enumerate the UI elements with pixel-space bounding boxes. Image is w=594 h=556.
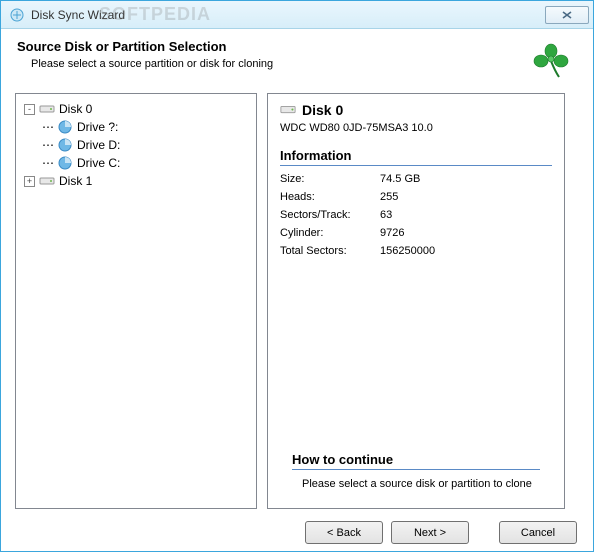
tree-node-drive[interactable]: ⋯ Drive ?: xyxy=(24,118,248,136)
cancel-button[interactable]: Cancel xyxy=(499,521,577,544)
drive-icon xyxy=(57,119,73,135)
info-value: 74.5 GB xyxy=(380,173,420,185)
disk-icon xyxy=(39,101,55,117)
info-row: Cylinder: 9726 xyxy=(280,224,552,242)
titlebar: Disk Sync Wizard SOFTPEDIA xyxy=(1,1,593,29)
tree-node-drive[interactable]: ⋯ Drive C: xyxy=(24,154,248,172)
info-label: Sectors/Track: xyxy=(280,209,380,221)
tree-node-disk1[interactable]: + Disk 1 xyxy=(24,172,248,190)
tree-connector: ⋯ xyxy=(39,156,57,170)
tree-label: Drive ?: xyxy=(77,120,118,134)
info-value: 156250000 xyxy=(380,245,435,257)
next-button[interactable]: Next > xyxy=(391,521,469,544)
info-row: Size: 74.5 GB xyxy=(280,170,552,188)
window-title: Disk Sync Wizard xyxy=(31,8,125,22)
info-value: 255 xyxy=(380,191,398,203)
tree-toggle-disk1[interactable]: + xyxy=(24,176,35,187)
info-label: Size: xyxy=(280,173,380,185)
info-value: 63 xyxy=(380,209,392,221)
close-icon xyxy=(562,11,572,19)
info-row: Heads: 255 xyxy=(280,188,552,206)
content-area: - Disk 0 ⋯ Drive ?: ⋯ Drive D: ⋯ xyxy=(1,93,593,509)
tree-panel: - Disk 0 ⋯ Drive ?: ⋯ Drive D: ⋯ xyxy=(15,93,257,509)
app-icon xyxy=(9,7,25,23)
tree-connector: ⋯ xyxy=(39,120,57,134)
tree-toggle-disk0[interactable]: - xyxy=(24,104,35,115)
tree-label: Drive D: xyxy=(77,138,120,152)
detail-model: WDC WD80 0JD-75MSA3 10.0 xyxy=(280,122,552,134)
tree-node-disk0[interactable]: - Disk 0 xyxy=(24,100,248,118)
tree-node-drive[interactable]: ⋯ Drive D: xyxy=(24,136,248,154)
page-subtitle: Please select a source partition or disk… xyxy=(17,58,531,70)
detail-title: Disk 0 xyxy=(302,102,343,118)
drive-icon xyxy=(57,137,73,153)
info-row: Total Sectors: 156250000 xyxy=(280,242,552,260)
tree-label: Disk 0 xyxy=(59,102,92,116)
wizard-footer: < Back Next > Cancel xyxy=(1,509,593,556)
info-label: Total Sectors: xyxy=(280,245,380,257)
drive-icon xyxy=(57,155,73,171)
continue-text: Please select a source disk or partition… xyxy=(292,474,540,490)
info-row: Sectors/Track: 63 xyxy=(280,206,552,224)
disk-icon xyxy=(39,173,55,189)
clover-logo-icon xyxy=(531,41,571,81)
disk-icon xyxy=(280,102,296,118)
tree-connector: ⋯ xyxy=(39,138,57,152)
info-label: Cylinder: xyxy=(280,227,380,239)
page-title: Source Disk or Partition Selection xyxy=(17,39,531,54)
info-value: 9726 xyxy=(380,227,404,239)
back-button[interactable]: < Back xyxy=(305,521,383,544)
tree-label: Disk 1 xyxy=(59,174,92,188)
info-label: Heads: xyxy=(280,191,380,203)
close-button[interactable] xyxy=(545,6,589,24)
detail-panel: Disk 0 WDC WD80 0JD-75MSA3 10.0 Informat… xyxy=(267,93,565,509)
continue-heading: How to continue xyxy=(292,452,540,470)
info-heading: Information xyxy=(280,148,552,166)
tree-label: Drive C: xyxy=(77,156,120,170)
wizard-header: Source Disk or Partition Selection Pleas… xyxy=(1,29,593,93)
